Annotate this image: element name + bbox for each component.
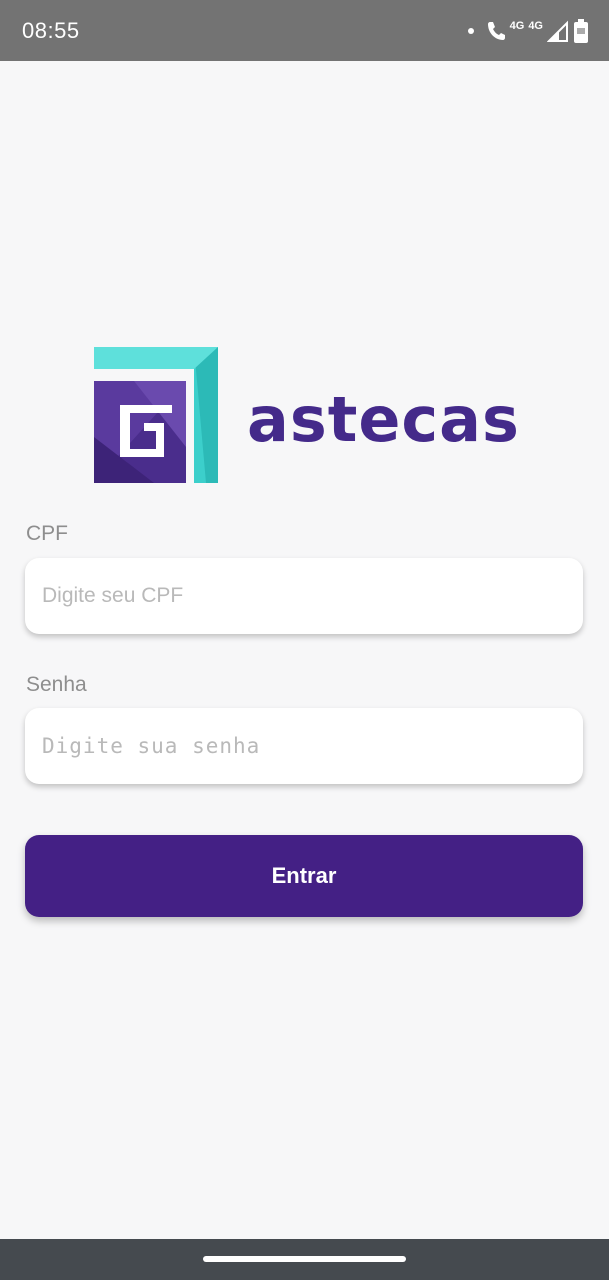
battery-icon xyxy=(574,19,588,43)
wifi-call-icon xyxy=(487,22,505,40)
system-navigation-bar xyxy=(0,1239,609,1280)
cpf-label: CPF xyxy=(26,522,68,545)
status-time: 08:55 xyxy=(22,18,80,43)
status-bar: 08:55 4G 4G xyxy=(0,0,609,61)
astecas-logo-icon xyxy=(94,347,218,483)
brand-name: astecas xyxy=(247,383,520,456)
status-icons: 4G 4G xyxy=(467,14,589,48)
login-button[interactable]: Entrar xyxy=(25,835,583,917)
cpf-input[interactable] xyxy=(25,558,583,634)
network-type-label-2: 4G xyxy=(528,20,543,32)
home-gesture-handle[interactable] xyxy=(203,1256,406,1262)
password-label: Senha xyxy=(26,673,87,696)
notification-dot-icon xyxy=(467,28,474,34)
password-input[interactable] xyxy=(25,708,583,784)
network-type-label: 4G xyxy=(509,20,525,32)
signal-icon xyxy=(547,20,568,42)
brand-logo xyxy=(94,347,220,485)
